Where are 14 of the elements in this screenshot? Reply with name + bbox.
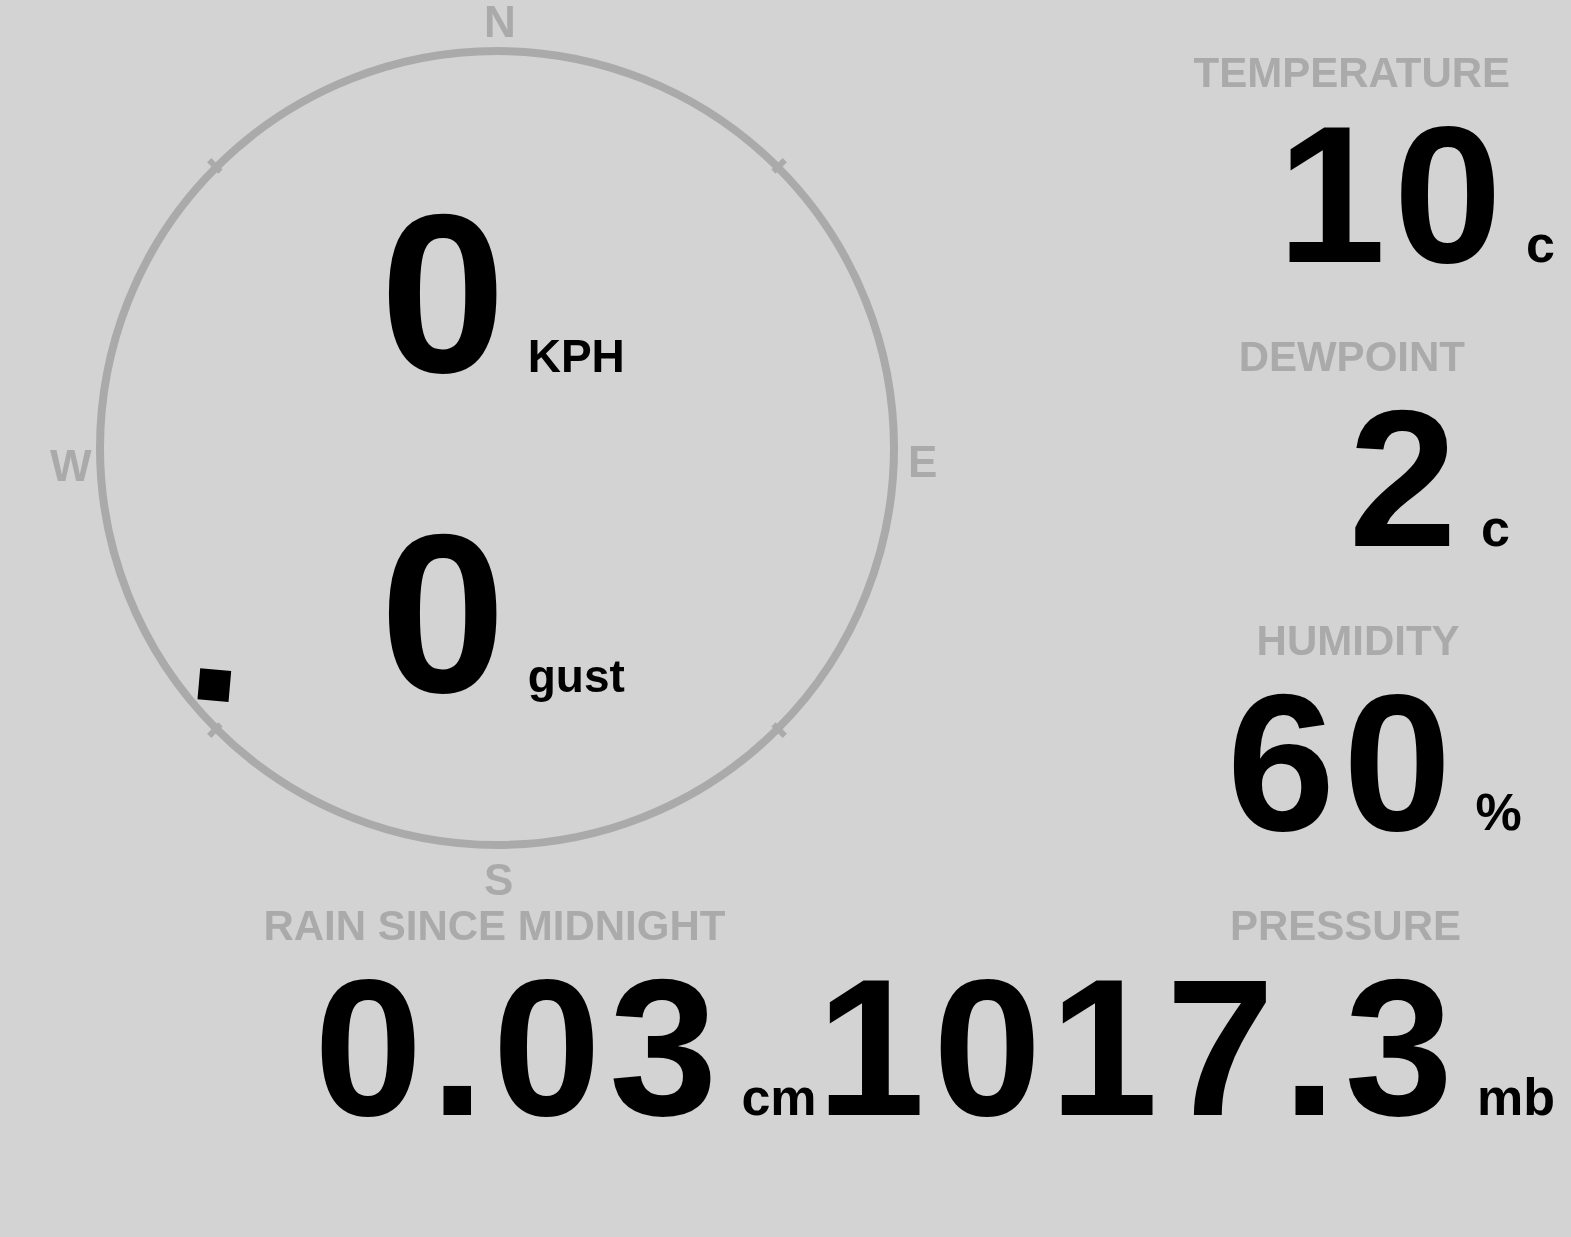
rain-unit: cm xyxy=(741,1067,817,1127)
pressure-value: 1017.3 xyxy=(816,947,1461,1147)
reading-unit: c xyxy=(1526,214,1555,274)
wind-speed-value: 0 xyxy=(380,179,506,409)
reading-value: 60 xyxy=(1225,662,1460,862)
reading-value: 2 xyxy=(1348,378,1465,578)
reading-unit: c xyxy=(1480,498,1511,558)
wind-speed-unit: KPH xyxy=(527,331,625,381)
wind-speed-value: 0 xyxy=(380,499,506,729)
wind-speed-unit: gust xyxy=(527,651,625,701)
reading-value: 10 xyxy=(1277,94,1511,294)
rain-value: 0.03 xyxy=(313,947,726,1147)
pressure-unit: mb xyxy=(1477,1067,1555,1127)
reading-unit: % xyxy=(1475,782,1523,842)
